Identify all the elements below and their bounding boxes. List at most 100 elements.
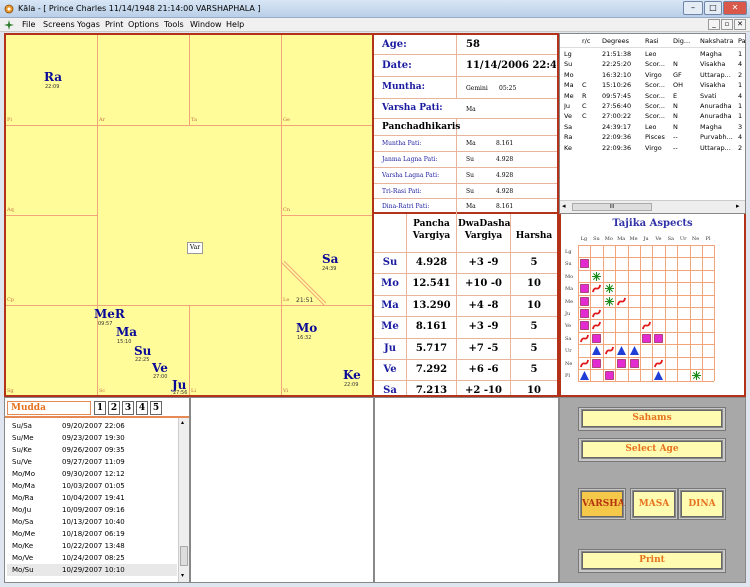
menu-file[interactable]: File xyxy=(22,20,35,29)
mudda-row[interactable]: Su/Ke 09/26/2007 09:35 xyxy=(7,444,177,456)
chart-type-button[interactable]: Var xyxy=(187,242,203,254)
sign-pi: Pi xyxy=(7,117,12,123)
mudda-period: Su/Me xyxy=(12,434,34,442)
positions-row[interactable]: Lg 21:51:38 Leo Magha 1 xyxy=(560,50,745,60)
mudda-datetime: 09/27/2007 11:09 xyxy=(62,458,125,466)
menu-options[interactable]: Options xyxy=(128,20,159,29)
mdi-restore-button[interactable]: ▫ xyxy=(721,19,733,30)
app-menu-icon[interactable] xyxy=(4,20,14,30)
sahams-button[interactable]: Sahams xyxy=(581,409,723,428)
positions-row[interactable]: Ma C 15:10:26 Scor... OH Visakha 1 xyxy=(560,81,745,91)
vargiya-planet: Ma xyxy=(381,300,399,311)
positions-cell: Purvabh... xyxy=(700,133,733,142)
positions-col-header[interactable]: Rasi xyxy=(645,37,659,45)
positions-cell: C xyxy=(582,81,587,90)
positions-col-header[interactable]: Nakshatra xyxy=(700,37,733,45)
mudda-scroll-thumb[interactable] xyxy=(180,546,188,566)
positions-row[interactable]: Me R 09:57:45 Scor... E Svati 4 xyxy=(560,92,745,102)
mudda-row[interactable]: Su/Sa 09/20/2007 22:06 xyxy=(7,420,177,432)
planet-mo-time: 16:32 xyxy=(297,335,312,341)
mudda-row[interactable]: Mo/Ke 10/22/2007 13:48 xyxy=(7,540,177,552)
positions-cell: 27:56:40 xyxy=(602,102,632,110)
aspect-curve-icon xyxy=(580,359,589,367)
mudda-header: Mudda 1 2 3 4 5 xyxy=(5,398,189,418)
positions-row[interactable]: Mo 16:32:10 Virgo GF Uttarap... 2 xyxy=(560,71,745,81)
tajika-col-label: Sa xyxy=(667,236,674,242)
harsha-value: 5 xyxy=(530,321,538,332)
aspect-curve-icon xyxy=(617,297,627,305)
positions-cell: Pisces xyxy=(645,133,665,142)
positions-cell: 24:39:17 xyxy=(602,122,632,131)
mudda-tab-3[interactable]: 3 xyxy=(122,401,134,415)
aspect-star-icon xyxy=(691,371,701,380)
scroll-up-icon[interactable]: ▴ xyxy=(181,419,184,426)
pancha-value: 4.928 xyxy=(415,257,448,268)
scroll-down-icon[interactable]: ▾ xyxy=(181,572,184,579)
maximize-button[interactable]: □ xyxy=(704,1,722,15)
aspect-triangle-icon xyxy=(654,371,664,380)
positions-col-header[interactable]: r/c xyxy=(582,37,590,45)
mudda-row[interactable]: Mo/Me 10/18/2007 06:19 xyxy=(7,528,177,540)
mudda-row[interactable]: Mo/Sa 10/13/2007 10:40 xyxy=(7,516,177,528)
menu-window[interactable]: Window xyxy=(190,20,222,29)
mdi-close-button[interactable]: ✕ xyxy=(734,19,746,30)
varsha-lagna-pati-planet: Su xyxy=(466,172,474,179)
mudda-row[interactable]: Mo/Ve 10/24/2007 08:25 xyxy=(7,552,177,564)
menu-tools[interactable]: Tools xyxy=(164,20,184,29)
mudda-tab-1[interactable]: 1 xyxy=(94,401,106,415)
mudda-row[interactable]: Mo/Mo 09/30/2007 12:12 xyxy=(7,468,177,480)
menu-yogas[interactable]: Yogas xyxy=(77,20,100,29)
vargiya-planet: Su xyxy=(382,257,398,268)
masa-button[interactable]: MASA xyxy=(632,490,676,518)
mudda-scrollbar[interactable]: ▴ ▾ xyxy=(178,418,189,582)
mudda-row[interactable]: Mo/Su 10/29/2007 10:10 xyxy=(7,564,177,576)
lagna-time: 21:51 xyxy=(296,297,314,304)
planet-mer: MeR xyxy=(94,307,125,321)
scroll-thumb[interactable]: III xyxy=(572,203,652,211)
varsha-button[interactable]: VARSHA xyxy=(580,490,625,518)
mudda-tab-4[interactable]: 4 xyxy=(136,401,148,415)
mudda-label: Mudda xyxy=(7,401,91,415)
positions-cell: Scor... xyxy=(645,91,665,100)
menu-screens[interactable]: Screens xyxy=(43,20,75,29)
menu-print[interactable]: Print xyxy=(105,20,123,29)
positions-row[interactable]: Ve C 27:00:22 Scor... N Anuradha 1 xyxy=(560,112,745,122)
mudda-row[interactable]: Mo/Ma 10/03/2007 01:05 xyxy=(7,480,177,492)
scroll-right-icon[interactable]: ▸ xyxy=(736,202,740,210)
positions-col-header[interactable]: Pa xyxy=(738,37,746,45)
positions-col-header[interactable]: Dig... xyxy=(673,37,690,45)
vargiya-planet: Me xyxy=(381,321,399,332)
mudda-row[interactable]: Su/Me 09/23/2007 19:30 xyxy=(7,432,177,444)
mudda-row[interactable]: Mo/Ra 10/04/2007 19:41 xyxy=(7,492,177,504)
menu-help[interactable]: Help xyxy=(226,20,244,29)
select-age-button[interactable]: Select Age xyxy=(581,440,723,459)
dina-button[interactable]: DINA xyxy=(680,490,724,518)
positions-cell: 2 xyxy=(738,70,743,79)
mudda-row[interactable]: Mo/Ju 10/09/2007 09:16 xyxy=(7,504,177,516)
mudda-row[interactable]: Su/Ve 09/27/2007 11:09 xyxy=(7,456,177,468)
positions-cell: Ju xyxy=(564,102,571,110)
positions-row[interactable]: Ju C 27:56:40 Scor... N Anuradha 1 xyxy=(560,102,745,112)
menu-bar: File Screens Yogas Print Options Tools W… xyxy=(0,18,750,32)
mudda-tab-5[interactable]: 5 xyxy=(150,401,162,415)
dwadasha-value: +3 -9 xyxy=(468,321,499,332)
mdi-minimize-button[interactable]: _ xyxy=(708,19,720,30)
positions-row[interactable]: Ra 22:09:36 Pisces -- Purvabh... 4 xyxy=(560,133,745,143)
empty-pane-2 xyxy=(374,397,559,583)
positions-row[interactable]: Su 22:25:20 Scor... N Visakha 4 xyxy=(560,60,745,70)
minimize-button[interactable]: – xyxy=(683,1,703,15)
positions-row[interactable]: Sa 24:39:17 Leo N Magha 3 xyxy=(560,123,745,133)
positions-cell: -- xyxy=(673,133,678,142)
mudda-tab-2[interactable]: 2 xyxy=(108,401,120,415)
planet-mer-time: 09:57 xyxy=(98,321,113,327)
horizontal-scrollbar[interactable]: ◂ III ▸ xyxy=(560,200,745,213)
positions-row[interactable]: Ke 22:09:36 Virgo -- Uttarap... 2 xyxy=(560,144,745,154)
positions-col-header[interactable]: Degrees xyxy=(602,37,629,45)
scroll-left-icon[interactable]: ◂ xyxy=(562,202,566,210)
planet-ju-time: 27:56 xyxy=(173,390,188,396)
tajika-aspects-title: Tajika Aspects xyxy=(612,218,693,229)
mudda-period: Mo/Ma xyxy=(12,482,36,490)
print-button[interactable]: Print xyxy=(581,551,723,570)
mudda-datetime: 10/04/2007 19:41 xyxy=(62,494,125,502)
close-button[interactable]: ✕ xyxy=(723,1,747,15)
